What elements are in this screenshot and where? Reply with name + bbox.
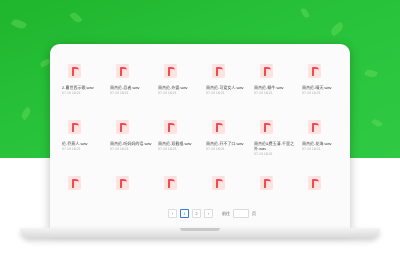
file-name: 周杰伦&费玉清-千里之外.wav [254, 141, 294, 151]
file-date: 07-19 18:21 [158, 147, 177, 151]
audio-file-icon [212, 176, 225, 190]
page-suffix-label: 页 [252, 210, 256, 216]
audio-file-icon [212, 64, 225, 78]
file-name: 周杰伦-蜗牛.wav [254, 85, 284, 90]
file-name: 周杰伦-忍者.wav [110, 85, 140, 90]
goto-page-input[interactable] [233, 209, 249, 218]
audio-file-icon [308, 120, 321, 134]
file-tile[interactable] [296, 166, 344, 222]
file-tile[interactable]: 周杰伦-花海.wav 07-19 18:21 [296, 110, 344, 166]
file-tile[interactable]: 2-曹世西示歌.wav 07-19 18:21 [56, 54, 104, 110]
next-page-button[interactable]: › [204, 209, 213, 218]
file-tile[interactable] [104, 166, 152, 222]
audio-file-icon [308, 64, 321, 78]
audio-file-icon [308, 176, 321, 190]
file-name: 周杰伦-可爱女人.wav [206, 85, 244, 90]
file-date: 07-19 18:21 [254, 91, 273, 95]
audio-file-icon [68, 64, 81, 78]
file-date: 07-19 18:21 [302, 91, 321, 95]
laptop-notch [180, 228, 220, 231]
file-tile[interactable]: 周杰伦-忍者.wav 07-19 18:21 [104, 54, 152, 110]
file-name: 周杰伦-花海.wav [302, 141, 332, 146]
audio-file-icon [260, 176, 273, 190]
file-tile[interactable]: 周杰伦-双截棍.wav 07-19 18:21 [152, 110, 200, 166]
goto-label: 前往 [222, 210, 230, 216]
file-tile[interactable]: 周杰伦-开不了口.wav 07-19 18:21 [200, 110, 248, 166]
file-date: 07-19 18:21 [62, 91, 81, 95]
file-name: 周杰伦-晴天.wav [302, 85, 332, 90]
file-name: 周杰伦-开不了口.wav [206, 141, 244, 146]
file-tile[interactable]: 周杰伦-听妈妈的话.wav 07-19 18:21 [104, 110, 152, 166]
laptop-screen: 2-曹世西示歌.wav 07-19 18:21 周杰伦-忍者.wav 07-19 18… [50, 44, 350, 230]
audio-file-icon [260, 64, 273, 78]
file-tile[interactable]: 伦-乔燕人.wav 07-19 18:21 [56, 110, 104, 166]
audio-file-icon [212, 120, 225, 134]
file-date: 07-19 18:21 [62, 147, 81, 151]
audio-file-icon [116, 120, 129, 134]
file-date: 07-19 18:21 [302, 147, 321, 151]
file-name: 周杰伦-外婆.wav [158, 85, 188, 90]
file-date: 07-19 18:21 [158, 91, 177, 95]
file-tile[interactable]: 周杰伦&费玉清-千里之外.wav 07-19 18:21 [248, 110, 296, 166]
audio-file-icon [116, 176, 129, 190]
file-name: 2-曹世西示歌.wav [62, 85, 94, 90]
audio-file-icon [260, 120, 273, 134]
audio-file-icon [68, 120, 81, 134]
file-date: 07-19 18:21 [206, 147, 225, 151]
prev-page-button[interactable]: ‹ [168, 209, 177, 218]
file-tile[interactable]: 周杰伦-外婆.wav 07-19 18:21 [152, 54, 200, 110]
file-tile[interactable]: 周杰伦-蜗牛.wav 07-19 18:21 [248, 54, 296, 110]
file-date: 07-19 18:21 [254, 152, 273, 156]
file-date: 07-19 18:21 [110, 91, 129, 95]
audio-file-icon [164, 120, 177, 134]
file-name: 周杰伦-双截棍.wav [158, 141, 192, 146]
pagination: ‹ 1 2 › 前往 页 [168, 209, 256, 218]
file-tile[interactable]: 周杰伦-可爱女人.wav 07-19 18:21 [200, 54, 248, 110]
file-date: 07-19 18:21 [110, 147, 129, 151]
file-grid: 2-曹世西示歌.wav 07-19 18:21 周杰伦-忍者.wav 07-19 18… [56, 54, 344, 222]
audio-file-icon [164, 176, 177, 190]
audio-file-icon [68, 176, 81, 190]
file-name: 周杰伦-听妈妈的话.wav [110, 141, 152, 146]
file-date: 07-19 18:21 [206, 91, 225, 95]
page-2-button[interactable]: 2 [192, 209, 201, 218]
file-tile[interactable]: 周杰伦-晴天.wav 07-19 18:21 [296, 54, 344, 110]
page-1-button[interactable]: 1 [180, 209, 189, 218]
audio-file-icon [164, 64, 177, 78]
audio-file-icon [116, 64, 129, 78]
file-name: 伦-乔燕人.wav [62, 141, 88, 146]
file-tile[interactable] [56, 166, 104, 222]
